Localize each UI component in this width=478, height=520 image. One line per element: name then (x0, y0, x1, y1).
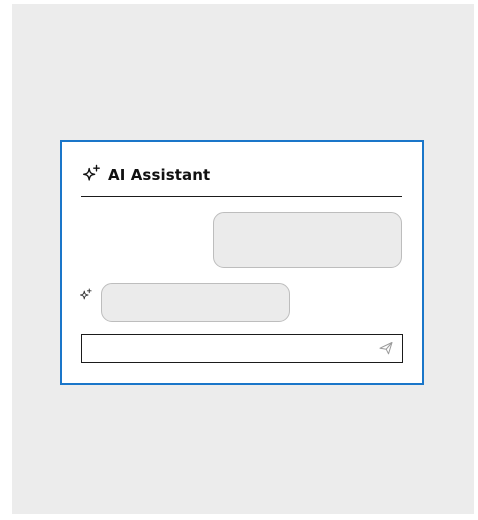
ai-assistant-widget: AI Assistant (60, 140, 424, 385)
message-input[interactable] (82, 335, 378, 361)
message-composer (81, 334, 403, 363)
user-message-bubble (213, 212, 402, 268)
assistant-message-bubble (101, 283, 290, 322)
widget-header: AI Assistant (80, 162, 210, 188)
widget-title: AI Assistant (108, 166, 211, 184)
header-divider (81, 196, 402, 197)
sparkle-icon (82, 164, 100, 181)
sparkle-icon (80, 288, 92, 300)
send-icon[interactable] (378, 340, 394, 356)
